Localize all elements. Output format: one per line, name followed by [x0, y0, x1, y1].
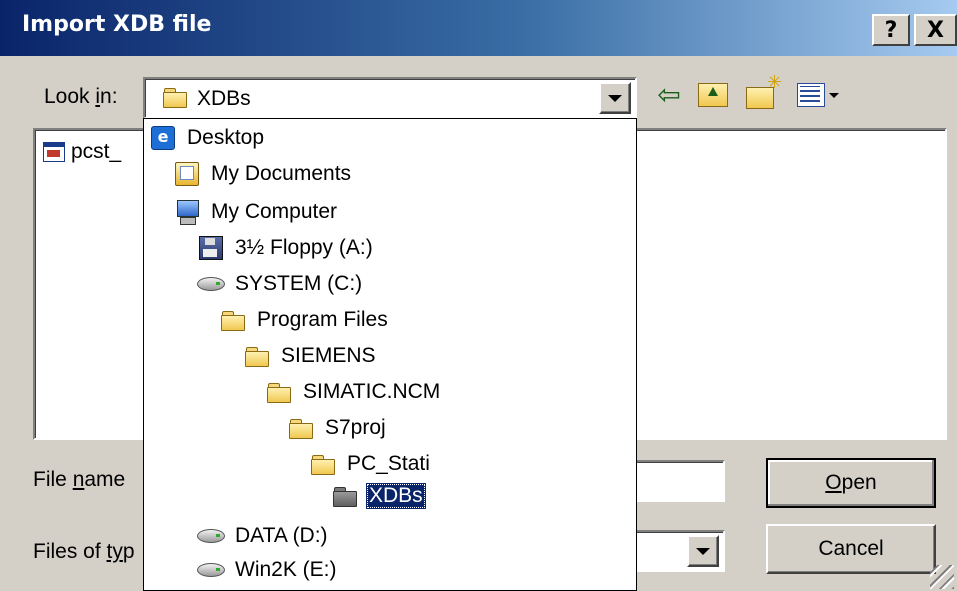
title-bar: Import XDB file ? X — [0, 0, 957, 56]
look-in-value: XDBs — [197, 87, 251, 110]
folder-icon — [221, 310, 245, 331]
hard-drive-icon — [197, 277, 225, 291]
view-menu-button[interactable] — [792, 77, 844, 113]
up-folder-icon — [698, 83, 728, 107]
new-folder-button[interactable]: ✳ — [740, 72, 782, 113]
my-documents-icon — [175, 162, 199, 186]
chevron-down-icon — [608, 94, 622, 102]
chevron-down-icon — [696, 547, 710, 555]
file-name-text: pcst_ — [71, 140, 122, 163]
view-list-icon — [797, 83, 825, 107]
back-arrow-icon: ⇦ — [657, 78, 681, 111]
file-icon — [43, 142, 65, 162]
dropdown-item-floppy[interactable]: 3½ Floppy (A:) — [196, 231, 376, 265]
dropdown-item-siemens[interactable]: SIEMENS — [242, 339, 379, 373]
folder-icon — [245, 346, 269, 367]
look-in-label: Look in: — [44, 85, 118, 108]
dropdown-item-system-c[interactable]: SYSTEM (C:) — [196, 267, 365, 301]
new-folder-icon: ✳ — [746, 72, 782, 109]
look-in-dropdown-button[interactable] — [599, 82, 631, 114]
help-icon: ? — [884, 17, 898, 43]
dropdown-item-simatic-ncm[interactable]: SIMATIC.NCM — [264, 375, 443, 409]
dropdown-item-my-computer[interactable]: My Computer — [172, 195, 340, 229]
folder-icon — [311, 454, 335, 475]
my-computer-icon — [176, 200, 199, 225]
dropdown-item-xdbs[interactable]: XDBs — [330, 479, 426, 513]
window-title: Import XDB file — [22, 12, 212, 37]
look-in-dropdown-list[interactable]: e Desktop My Documents My Computer 3½ Flo… — [143, 118, 637, 591]
folder-icon — [163, 88, 187, 108]
size-grip[interactable] — [930, 565, 954, 589]
floppy-icon — [199, 236, 223, 260]
dropdown-item-desktop[interactable]: e Desktop — [148, 121, 267, 155]
help-button[interactable]: ? — [872, 14, 910, 46]
dropdown-item-pc-stati[interactable]: PC_Stati — [308, 447, 433, 481]
cancel-button[interactable]: Cancel — [766, 524, 936, 574]
dropdown-item-program-files[interactable]: Program Files — [218, 303, 391, 337]
files-of-type-dropdown-button[interactable] — [687, 535, 719, 567]
look-in-combobox[interactable]: XDBs — [143, 77, 637, 119]
up-one-level-button[interactable] — [696, 77, 730, 113]
folder-icon — [267, 382, 291, 403]
back-button[interactable]: ⇦ — [652, 77, 686, 113]
dropdown-item-s7proj[interactable]: S7proj — [286, 411, 389, 445]
close-button[interactable]: X — [914, 14, 957, 46]
hard-drive-icon — [197, 529, 225, 543]
chevron-down-icon — [829, 92, 839, 98]
desktop-icon: e — [151, 126, 175, 150]
dropdown-item-win2k-e[interactable]: Win2K (E:) — [196, 553, 340, 587]
file-list-item[interactable]: pcst_ — [43, 140, 121, 164]
hard-drive-icon — [197, 563, 225, 577]
open-button[interactable]: Open — [766, 458, 936, 508]
folder-icon — [289, 418, 313, 439]
close-icon: X — [927, 17, 944, 43]
dropdown-item-data-d[interactable]: DATA (D:) — [196, 519, 331, 553]
files-of-type-label: Files of typ — [33, 540, 135, 563]
dropdown-item-my-documents[interactable]: My Documents — [172, 157, 354, 191]
open-folder-icon — [333, 486, 357, 507]
file-name-label: File name — [33, 468, 126, 491]
